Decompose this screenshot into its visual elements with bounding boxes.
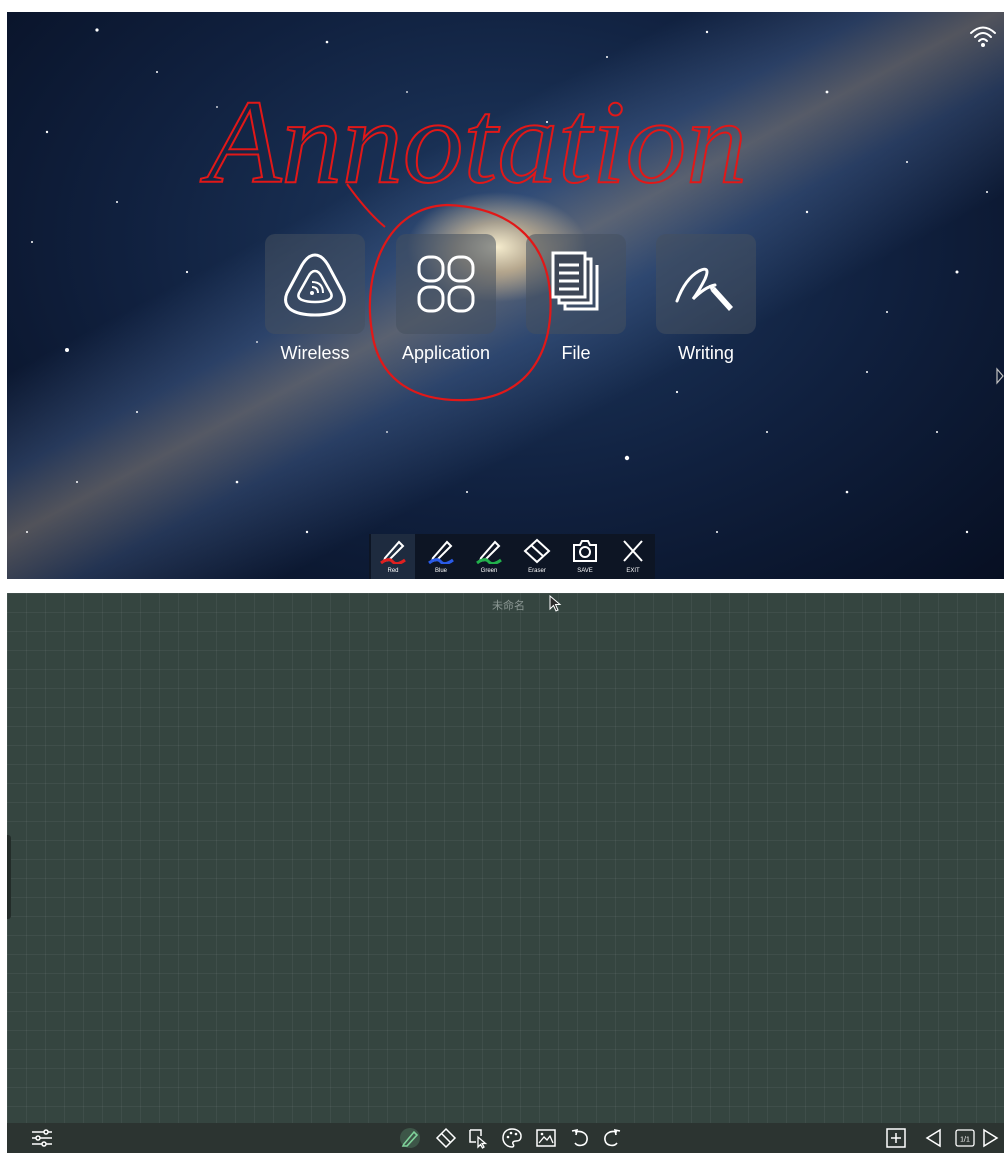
green-pen-label: Green [480,568,498,574]
page-indicator-icon: 1/1 [955,1129,975,1147]
close-icon [623,540,643,562]
file-tile[interactable] [526,234,626,334]
image-icon [536,1129,556,1147]
application-label: Application [401,343,491,363]
eraser-tool[interactable]: Eraser [515,534,559,579]
pen-icon [380,540,406,564]
blue-pen-label: Blue [434,568,447,574]
whiteboard-toolbar: 1/1 [7,1123,1004,1153]
side-arrow-icon[interactable] [996,367,1004,385]
eraser-icon [523,538,551,564]
wireless-label: Wireless [280,343,350,363]
writing-tile[interactable] [656,234,756,334]
eraser-label: Eraser [528,568,546,574]
undo-icon [571,1128,588,1147]
whiteboard-screen[interactable]: 未命名 1/1 [7,593,1004,1153]
green-pen-tool[interactable]: Green [467,534,511,579]
mouse-cursor-icon [549,595,562,612]
wireless-icon [284,253,346,317]
application-tile[interactable] [396,234,496,334]
file-icon [551,251,599,311]
eraser-icon [435,1127,457,1149]
page-indicator[interactable]: 1/1 [954,1127,976,1149]
prev-page-button[interactable] [923,1127,945,1149]
insert-image-button[interactable] [535,1127,557,1149]
wifi-icon [970,26,996,47]
select-icon [469,1129,488,1149]
file-label: File [561,343,591,363]
palette-button[interactable] [501,1127,523,1149]
launcher-screen: Wireless Application File Writing Annota… [7,12,1004,579]
blue-pen-tool[interactable]: Blue [419,534,463,579]
add-page-button[interactable] [885,1127,907,1149]
camera-icon [573,540,597,562]
redo-button[interactable] [601,1127,623,1149]
document-title: 未命名 [492,600,525,612]
starfield-background [26,28,988,553]
next-page-icon [983,1128,999,1148]
save-label: SAVE [577,568,593,574]
settings-button[interactable] [31,1127,53,1149]
next-page-button[interactable] [981,1127,999,1149]
pen-icon [400,1128,420,1148]
writing-pen-icon [675,267,733,311]
annotation-toolbar: Red Blue Green Eraser SAVE EXIT [369,534,655,579]
exit-label: EXIT [626,568,640,574]
redo-icon [604,1128,621,1147]
add-page-icon [886,1128,906,1148]
exit-tool[interactable]: EXIT [611,534,655,579]
select-tool-button[interactable] [467,1127,489,1149]
red-pen-tool[interactable]: Red [371,534,415,579]
pen-icon [428,540,454,564]
writing-label: Writing [678,343,734,363]
side-drawer-handle[interactable] [7,835,11,919]
prev-page-icon [925,1128,941,1148]
palette-icon [502,1128,522,1148]
settings-sliders-icon [32,1129,52,1147]
eraser-tool-button[interactable] [435,1127,457,1149]
red-pen-label: Red [387,568,399,574]
page-indicator-text: 1/1 [960,1137,970,1144]
undo-button[interactable] [569,1127,591,1149]
pen-tool-button[interactable] [399,1127,421,1149]
application-grid-icon [417,255,475,313]
wireless-tile[interactable] [265,234,365,334]
pen-icon [476,540,502,564]
save-tool[interactable]: SAVE [563,534,607,579]
